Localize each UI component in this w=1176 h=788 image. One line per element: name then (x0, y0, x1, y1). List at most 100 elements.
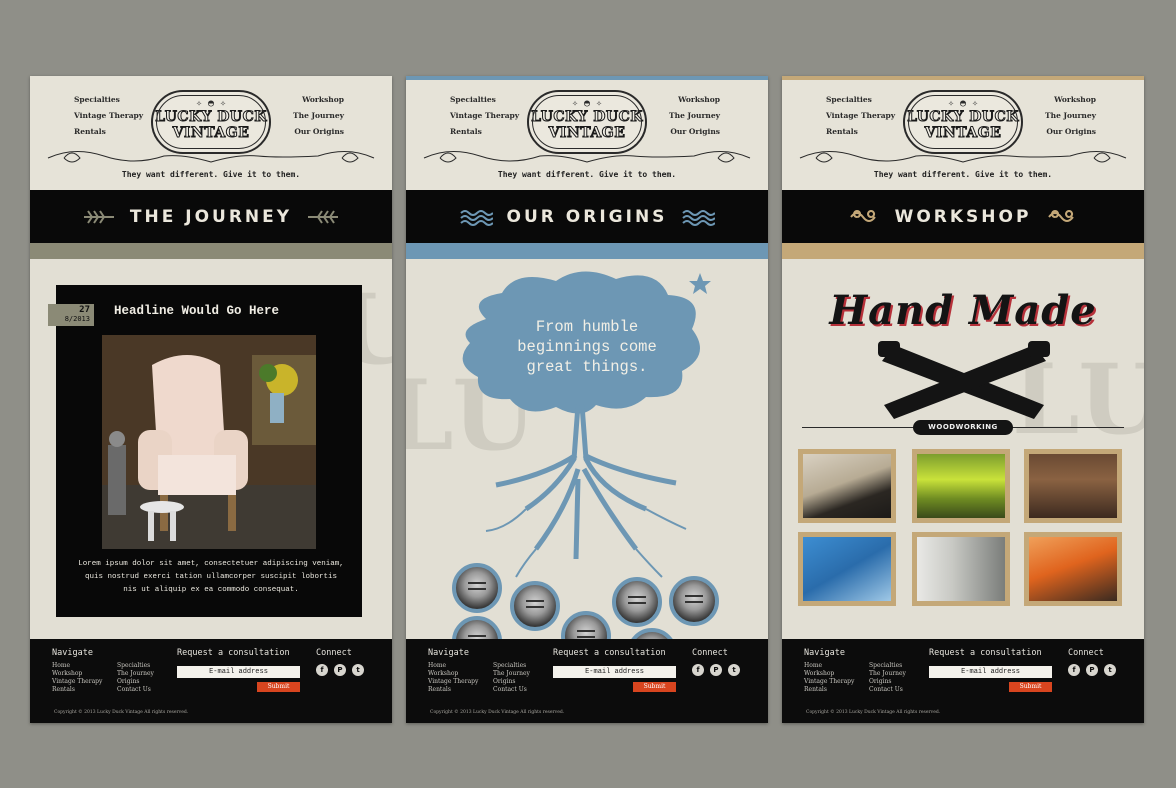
nav-link-specialties[interactable]: Specialties (826, 92, 895, 108)
footer-link-origins[interactable]: Origins (117, 678, 154, 686)
gallery-thumbnail[interactable] (912, 532, 1010, 606)
copyright-text: Copyright © 2013 Lucky Duck Vintage All … (806, 710, 941, 715)
duck-icon: ✧ ◓ ✧ (947, 98, 979, 109)
nav-link-rentals[interactable]: Rentals (826, 124, 895, 140)
post-date-tag: 27 8/2013 (48, 304, 94, 326)
header-nav-left: Specialties Vintage Therapy Rentals (74, 92, 143, 140)
twitter-icon[interactable]: t (728, 664, 740, 676)
pinterest-icon[interactable]: P (710, 664, 722, 676)
footer-nav-col1: Home Workshop Vintage Therapy Rentals (428, 662, 478, 694)
crossed-saws-icon (878, 341, 1050, 419)
tree-tagline-line3: great things. (526, 358, 648, 376)
post-photo-armchair[interactable] (102, 335, 316, 549)
footer-link-workshop[interactable]: Workshop (804, 670, 854, 678)
team-member-avatar[interactable] (452, 563, 502, 613)
logo-text-line1: LUCKY DUCK (531, 109, 643, 126)
footer-link-the-journey[interactable]: The Journey (117, 670, 154, 678)
email-field[interactable]: E-mail address (929, 666, 1052, 678)
flourish-divider (423, 151, 751, 163)
nav-link-vintage-therapy[interactable]: Vintage Therapy (826, 108, 895, 124)
team-member-avatar[interactable] (510, 581, 560, 631)
accent-strip (782, 243, 1144, 259)
twitter-icon[interactable]: t (1104, 664, 1116, 676)
facebook-icon[interactable]: f (316, 664, 328, 676)
site-footer: Navigate Home Workshop Vintage Therapy R… (406, 639, 768, 723)
nav-link-vintage-therapy[interactable]: Vintage Therapy (450, 108, 519, 124)
nav-link-our-origins[interactable]: Our Origins (1045, 124, 1096, 140)
nav-link-the-journey[interactable]: The Journey (293, 108, 344, 124)
nav-link-vintage-therapy[interactable]: Vintage Therapy (74, 108, 143, 124)
wheat-ornament-icon (308, 209, 339, 224)
nav-link-our-origins[interactable]: Our Origins (293, 124, 344, 140)
pinterest-icon[interactable]: P (334, 664, 346, 676)
site-header: Specialties Vintage Therapy Rentals ✧ ◓ … (30, 76, 392, 190)
social-links: f P t (692, 664, 740, 676)
footer-link-home[interactable]: Home (52, 662, 102, 670)
footer-connect-heading: Connect (692, 648, 728, 658)
footer-nav-col1: Home Workshop Vintage Therapy Rentals (52, 662, 102, 694)
nav-link-workshop[interactable]: Workshop (669, 92, 720, 108)
nav-link-rentals[interactable]: Rentals (74, 124, 143, 140)
gallery-thumbnail[interactable] (912, 449, 1010, 523)
post-headline[interactable]: Headline Would Go Here (114, 304, 279, 318)
logo-text-line1: LUCKY DUCK (155, 109, 267, 126)
twitter-icon[interactable]: t (352, 664, 364, 676)
submit-button[interactable]: Submit (633, 682, 676, 692)
footer-link-origins[interactable]: Origins (869, 678, 906, 686)
nav-link-our-origins[interactable]: Our Origins (669, 124, 720, 140)
page-body: LU Hand Made WOODWORKING (782, 259, 1144, 639)
footer-link-workshop[interactable]: Workshop (52, 670, 102, 678)
footer-link-specialties[interactable]: Specialties (869, 662, 906, 670)
team-member-avatar[interactable] (669, 576, 719, 626)
post-date-full: 8/2013 (64, 315, 90, 323)
nav-link-specialties[interactable]: Specialties (450, 92, 519, 108)
email-field[interactable]: E-mail address (177, 666, 300, 678)
site-footer: Navigate Home Workshop Vintage Therapy R… (782, 639, 1144, 723)
nav-link-workshop[interactable]: Workshop (293, 92, 344, 108)
submit-button[interactable]: Submit (257, 682, 300, 692)
footer-link-contact-us[interactable]: Contact Us (493, 686, 530, 694)
header-nav-left: Specialties Vintage Therapy Rentals (450, 92, 519, 140)
footer-link-origins[interactable]: Origins (493, 678, 530, 686)
footer-link-vintage-therapy[interactable]: Vintage Therapy (52, 678, 102, 686)
pinterest-icon[interactable]: P (1086, 664, 1098, 676)
wave-ornament-icon (459, 209, 493, 226)
footer-link-workshop[interactable]: Workshop (428, 670, 478, 678)
accent-topline (782, 76, 1144, 80)
facebook-icon[interactable]: f (692, 664, 704, 676)
page-body: LU 27 8/2013 Headline Would Go Here (30, 259, 392, 639)
email-field[interactable]: E-mail address (553, 666, 676, 678)
scroll-ornament-icon (1048, 209, 1075, 222)
page-title-band: THE JOURNEY (30, 190, 392, 243)
footer-link-contact-us[interactable]: Contact Us (869, 686, 906, 694)
footer-link-rentals[interactable]: Rentals (804, 686, 854, 694)
footer-link-specialties[interactable]: Specialties (117, 662, 154, 670)
gallery-thumbnail[interactable] (798, 449, 896, 523)
footer-link-specialties[interactable]: Specialties (493, 662, 530, 670)
nav-link-specialties[interactable]: Specialties (74, 92, 143, 108)
footer-link-contact-us[interactable]: Contact Us (117, 686, 154, 694)
footer-link-home[interactable]: Home (804, 662, 854, 670)
footer-link-home[interactable]: Home (428, 662, 478, 670)
footer-navigate-heading: Navigate (52, 648, 93, 658)
facebook-icon[interactable]: f (1068, 664, 1080, 676)
footer-link-rentals[interactable]: Rentals (428, 686, 478, 694)
gallery-thumbnail[interactable] (1024, 532, 1122, 606)
header-nav-right: Workshop The Journey Our Origins (1045, 92, 1096, 140)
nav-link-the-journey[interactable]: The Journey (1045, 108, 1096, 124)
footer-link-the-journey[interactable]: The Journey (869, 670, 906, 678)
gallery-thumbnail[interactable] (1024, 449, 1122, 523)
footer-link-vintage-therapy[interactable]: Vintage Therapy (428, 678, 478, 686)
nav-link-the-journey[interactable]: The Journey (669, 108, 720, 124)
gallery-thumbnail[interactable] (798, 532, 896, 606)
submit-button[interactable]: Submit (1009, 682, 1052, 692)
footer-link-the-journey[interactable]: The Journey (493, 670, 530, 678)
footer-link-vintage-therapy[interactable]: Vintage Therapy (804, 678, 854, 686)
nav-link-rentals[interactable]: Rentals (450, 124, 519, 140)
team-member-avatar[interactable] (612, 577, 662, 627)
footer-nav-col1: Home Workshop Vintage Therapy Rentals (804, 662, 854, 694)
nav-link-workshop[interactable]: Workshop (1045, 92, 1096, 108)
footer-link-rentals[interactable]: Rentals (52, 686, 102, 694)
tree-tagline-line1: From humble (535, 318, 639, 336)
social-links: f P t (316, 664, 364, 676)
